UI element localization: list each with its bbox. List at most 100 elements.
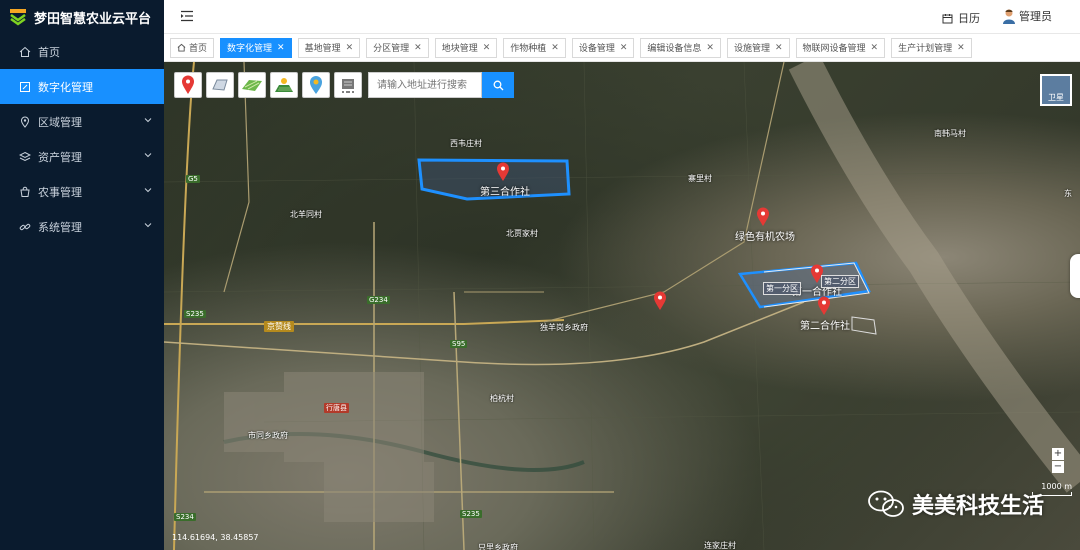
map-pin-icon[interactable] (653, 291, 667, 311)
place-name: 只里乡政府 (478, 543, 518, 550)
tab-home[interactable]: 首页 (170, 37, 215, 58)
chevron-down-icon (144, 223, 152, 228)
sidebar-item-assets[interactable]: 资产管理 (0, 139, 164, 174)
layer-switch-button[interactable]: 卫星 (1040, 74, 1072, 106)
chevron-down-icon (144, 188, 152, 193)
wechat-icon (868, 490, 904, 517)
close-icon[interactable]: ✕ (551, 43, 559, 53)
tab-crop[interactable]: 作物种植 ✕ (503, 37, 566, 58)
map-pin-icon (182, 75, 194, 94)
tab-digital[interactable]: 数字化管理 ✕ (220, 37, 292, 58)
place-name: 寨里村 (688, 174, 712, 183)
close-icon[interactable]: ✕ (346, 43, 354, 53)
coop-label: 第二合作社 (800, 321, 850, 332)
tab-base[interactable]: 基地管理 ✕ (297, 37, 361, 58)
coop-label: 第三合作社 (480, 187, 530, 198)
chevron-down-icon (144, 118, 152, 123)
sidebar-item-farming[interactable]: 农事管理 (0, 174, 164, 209)
search-button[interactable] (482, 72, 514, 98)
road-label: S234 (174, 513, 196, 521)
tab-label: 生产计划管理 (898, 44, 953, 54)
tab-label: 地块管理 (441, 44, 478, 54)
map-pin-icon[interactable] (496, 162, 510, 182)
solar-tool-button[interactable] (270, 72, 298, 98)
polygon-icon (212, 79, 228, 91)
watermark-text: 美美科技生活 (911, 494, 1044, 519)
brand[interactable]: 梦田智慧农业云平台 (0, 0, 164, 34)
zone-label: 第一分区 (763, 282, 801, 295)
map-toolbar (174, 72, 514, 98)
edit-icon (18, 80, 32, 94)
sidebar-item-home[interactable]: 首页 (0, 34, 164, 69)
place-name: 连家庄村 (704, 541, 736, 550)
link-icon (18, 220, 32, 234)
sidebar-item-region[interactable]: 区域管理 (0, 104, 164, 139)
field-tool-button[interactable] (238, 72, 266, 98)
tab-zone[interactable]: 分区管理 ✕ (366, 37, 429, 58)
sidebar-item-label: 首页 (38, 45, 60, 59)
zoom-in-button[interactable]: + (1052, 448, 1064, 460)
road-label: S235 (460, 510, 482, 518)
tab-iot[interactable]: 物联网设备管理 ✕ (795, 37, 886, 58)
sidebar: 梦田智慧农业云平台 首页 数字化管理 区域管理 资产管理 农事管理 系统管理 (0, 0, 164, 550)
map-pin-icon[interactable] (817, 296, 831, 316)
close-icon[interactable]: ✕ (414, 43, 422, 53)
location-icon (18, 115, 32, 129)
tab-label: 编辑设备信息 (647, 44, 702, 54)
equipment-tool-button[interactable] (334, 72, 362, 98)
user-name: 管理员 (1019, 10, 1052, 23)
close-icon[interactable]: ✕ (957, 43, 965, 53)
close-icon[interactable]: ✕ (620, 43, 628, 53)
bag-icon (18, 185, 32, 199)
scale-label: 1000 m (1041, 482, 1072, 491)
place-name: 西韦庄村 (450, 139, 482, 148)
tab-label: 设施管理 (733, 44, 770, 54)
side-panel-handle[interactable] (1070, 254, 1080, 298)
coop-label: 绿色有机农场 (735, 232, 795, 243)
road-label: G5 (186, 175, 200, 183)
sidebar-item-label: 数字化管理 (38, 80, 93, 94)
tab-plot[interactable]: 地块管理 ✕ (434, 37, 498, 58)
calendar-label: 日历 (958, 12, 980, 25)
sidebar-item-label: 资产管理 (38, 150, 82, 164)
tab-label: 分区管理 (373, 44, 410, 54)
tab-production-plan[interactable]: 生产计划管理 ✕ (891, 37, 972, 58)
sidebar-item-system[interactable]: 系统管理 (0, 209, 164, 244)
close-icon[interactable]: ✕ (277, 43, 285, 53)
sidebar-item-label: 农事管理 (38, 185, 82, 199)
close-icon[interactable]: ✕ (775, 43, 783, 53)
place-name: 北贾家村 (506, 229, 538, 238)
device-location-tool-button[interactable] (302, 72, 330, 98)
sidebar-item-digital[interactable]: 数字化管理 (0, 69, 164, 104)
place-name: 市同乡政府 (248, 431, 288, 440)
polygon-tool-button[interactable] (206, 72, 234, 98)
place-name: 南韩马村 (934, 129, 966, 138)
tab-device[interactable]: 设备管理 ✕ (571, 37, 635, 58)
home-icon (18, 45, 32, 59)
chevron-down-icon (144, 153, 152, 158)
layers-icon (18, 150, 32, 164)
tab-label: 设备管理 (578, 44, 615, 54)
map-pin-icon[interactable] (756, 207, 770, 227)
close-icon[interactable]: ✕ (483, 43, 491, 53)
satellite-map[interactable]: 卫星 西韦庄村 北羊同村 北贾家村 寨里村 南韩马村 独羊岗乡政府 柏杭村 市同… (164, 62, 1080, 550)
layer-label: 卫星 (1048, 93, 1064, 102)
close-icon[interactable]: ✕ (706, 43, 714, 53)
close-icon[interactable]: ✕ (871, 43, 879, 53)
tab-label: 物联网设备管理 (802, 44, 866, 54)
user-menu[interactable]: 管理员 (1002, 8, 1052, 24)
road-label: 行唐县 (324, 403, 349, 413)
road-label: S235 (184, 310, 206, 318)
place-name: 北羊同村 (290, 210, 322, 219)
road-label: S95 (450, 340, 468, 348)
avatar (1003, 9, 1015, 24)
address-search-input[interactable] (368, 72, 482, 98)
coordinates-readout: 114.61694, 38.45857 (172, 533, 259, 542)
menu-toggle-icon[interactable] (180, 9, 194, 23)
tab-edit-device[interactable]: 编辑设备信息 ✕ (640, 37, 721, 58)
zoom-out-button[interactable]: − (1052, 461, 1064, 473)
sidebar-item-label: 系统管理 (38, 220, 82, 234)
tab-facility[interactable]: 设施管理 ✕ (726, 37, 790, 58)
calendar-button[interactable]: 日历 (942, 10, 980, 26)
marker-tool-button[interactable] (174, 72, 202, 98)
